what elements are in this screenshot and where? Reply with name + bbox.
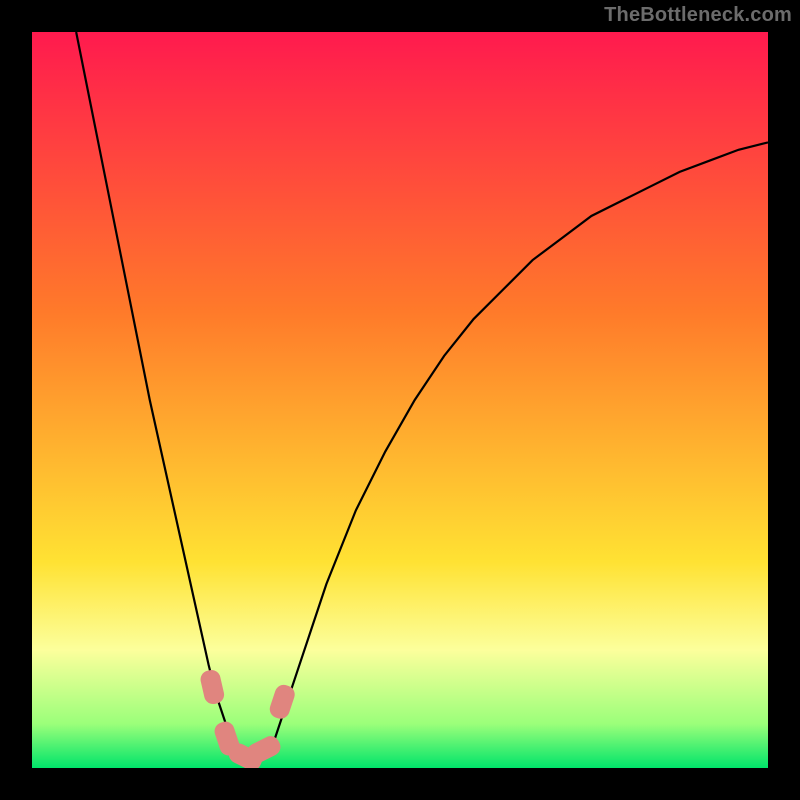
chart-svg: [32, 32, 768, 768]
plot-area: [32, 32, 768, 768]
watermark-text: TheBottleneck.com: [604, 4, 792, 27]
chart-frame: TheBottleneck.com: [0, 0, 800, 800]
gradient-background: [32, 32, 768, 768]
